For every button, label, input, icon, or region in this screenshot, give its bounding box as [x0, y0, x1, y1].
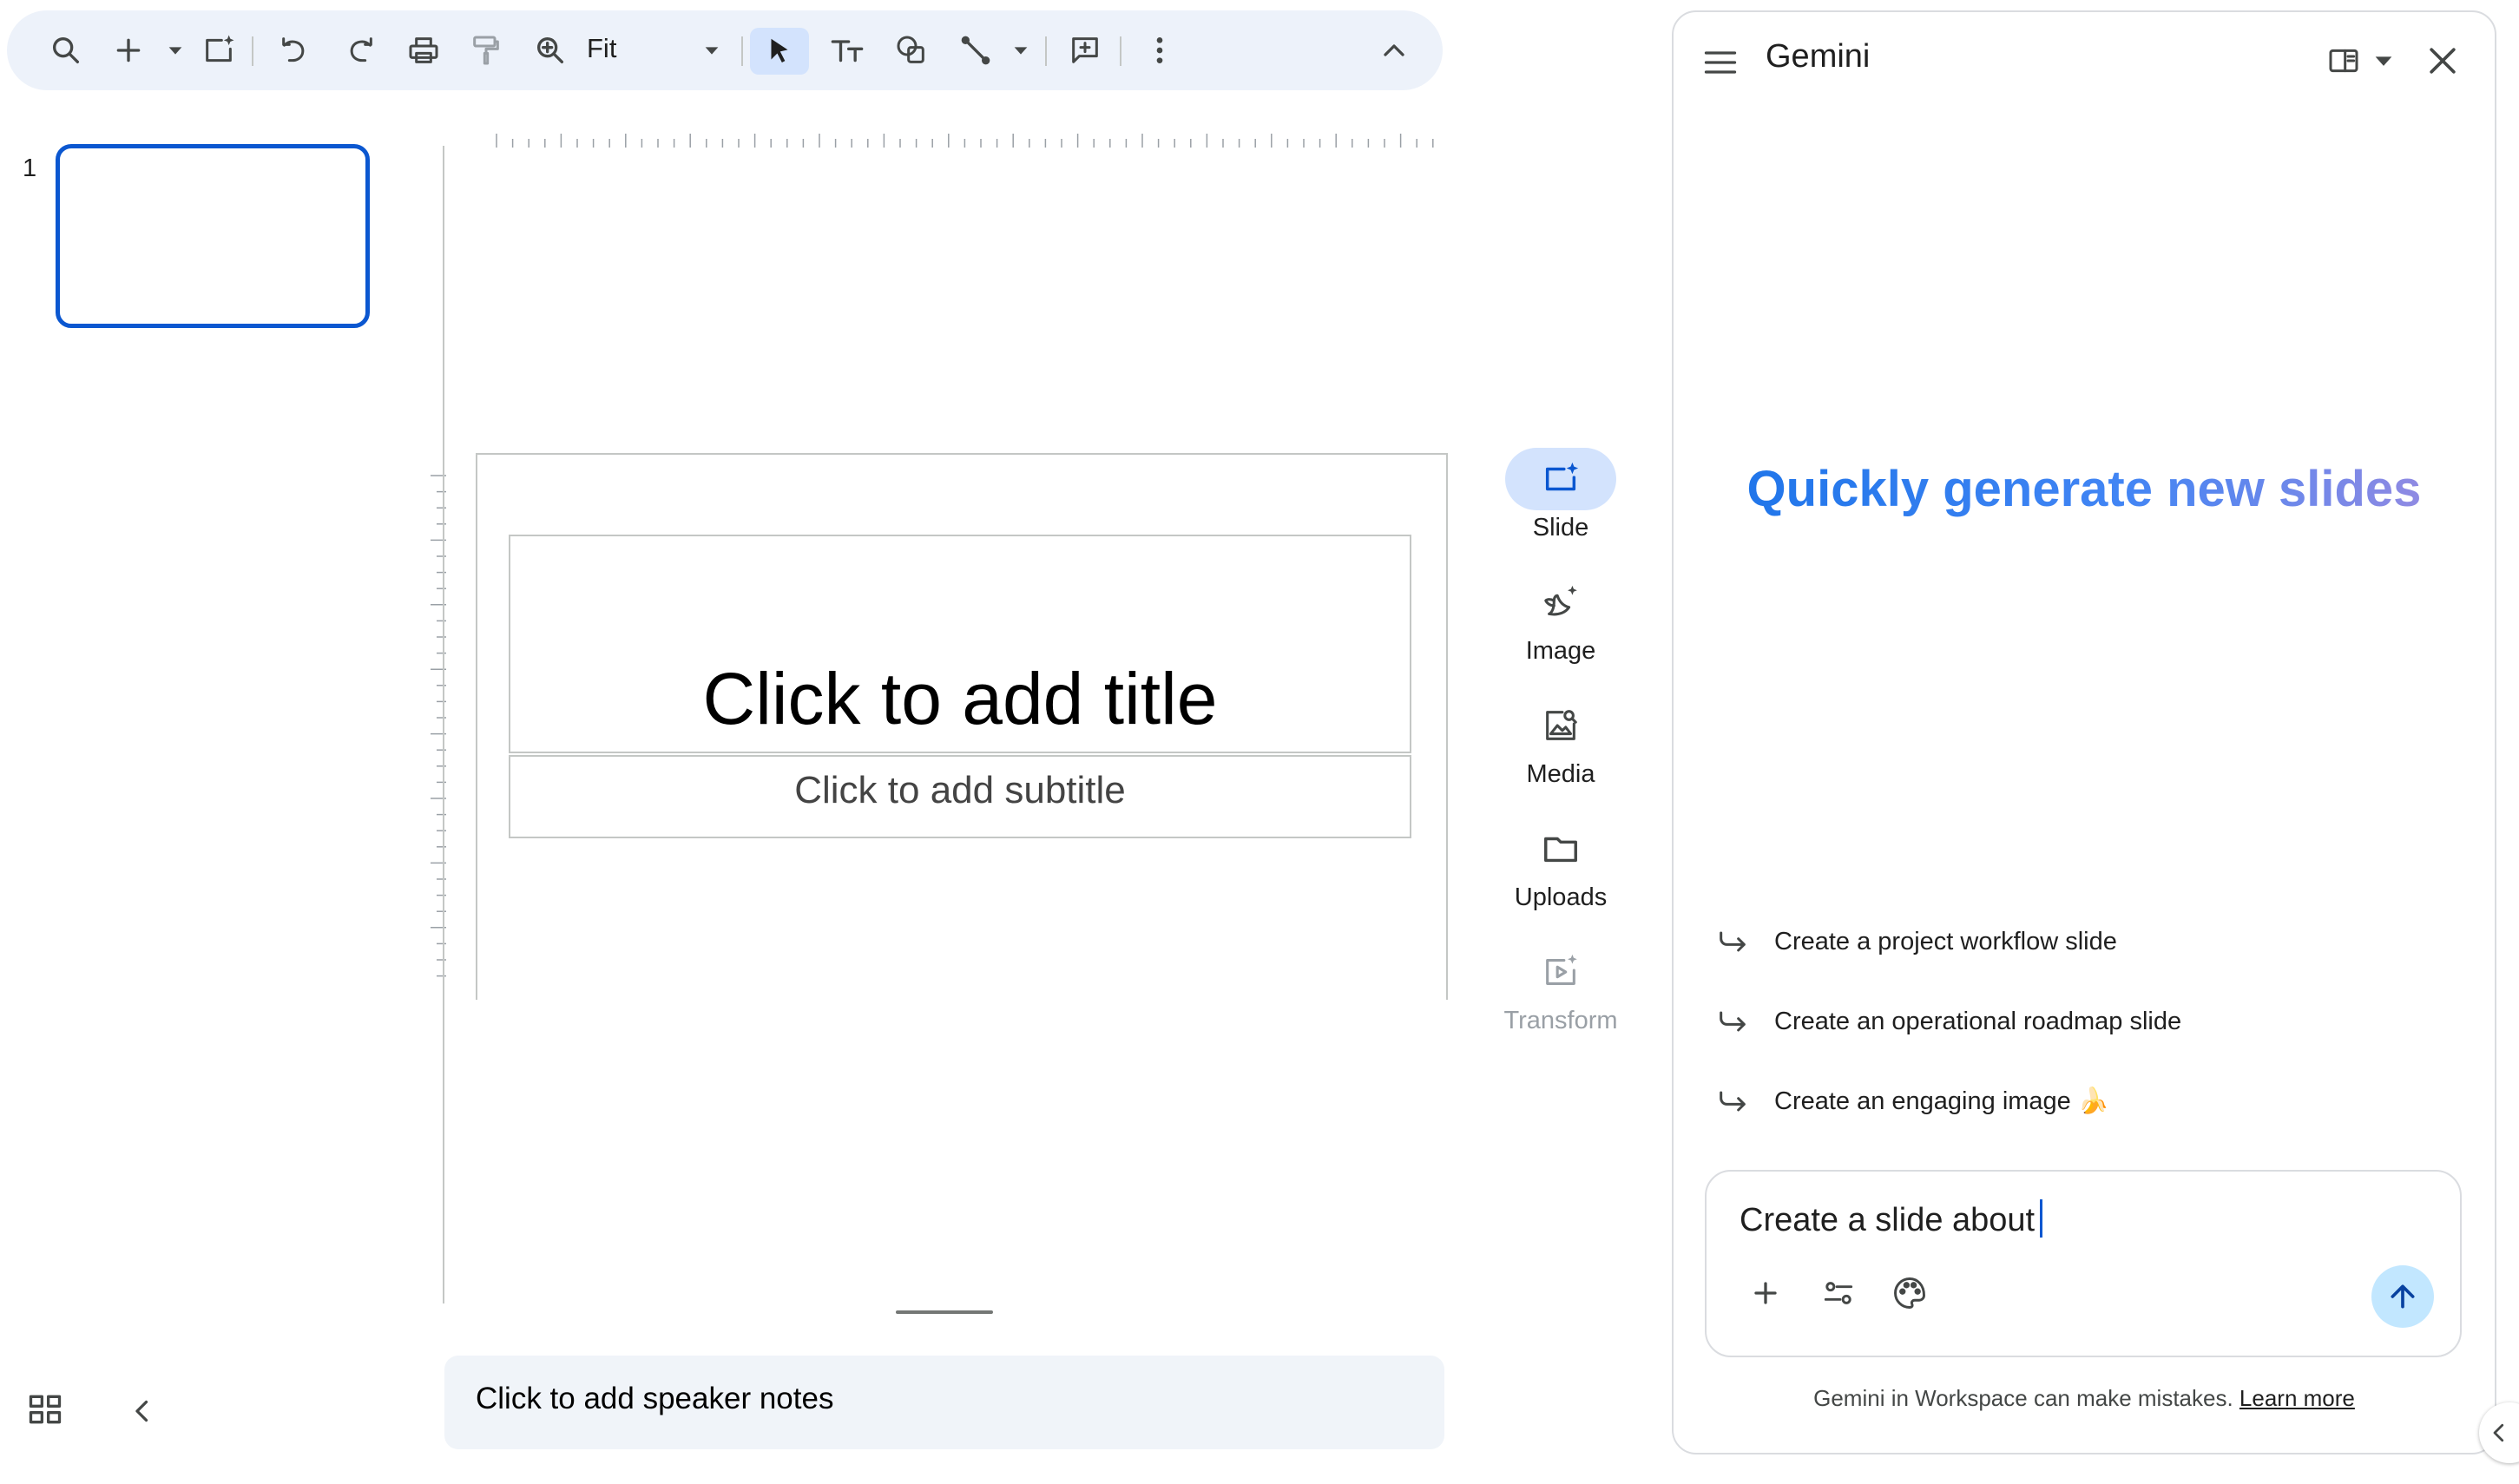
banana-sparkle-icon	[1505, 571, 1616, 634]
speaker-notes-placeholder: Click to add speaker notes	[476, 1382, 834, 1415]
slide-sparkle-icon	[1505, 448, 1616, 510]
panel-layout-dropdown-icon[interactable]	[2371, 49, 2396, 73]
rail-media-label: Media	[1526, 760, 1595, 788]
rail-transform-button[interactable]: Transform	[1502, 941, 1620, 1035]
send-button[interactable]	[2371, 1265, 2434, 1328]
paint-format-icon[interactable]	[467, 31, 505, 69]
horizontal-ruler	[496, 134, 1434, 148]
speaker-notes[interactable]: Click to add speaker notes	[444, 1356, 1444, 1449]
tune-settings-icon[interactable]	[1819, 1274, 1858, 1312]
prompt-input-card[interactable]: Create a slide about	[1705, 1170, 2462, 1357]
subtitle-placeholder-text: Click to add subtitle	[794, 769, 1126, 811]
grid-view-icon[interactable]	[26, 1390, 64, 1428]
gemini-disclaimer: Gemini in Workspace can make mistakes. L…	[1672, 1385, 2496, 1412]
suggestion-text: Create an operational roadmap slide	[1774, 1007, 2182, 1035]
reply-arrow-icon	[1720, 931, 1746, 952]
arrow-up-icon	[2391, 1284, 2415, 1309]
zoom-value[interactable]: Fit	[587, 33, 616, 64]
reply-arrow-icon	[1720, 1011, 1746, 1032]
suggestion-chip[interactable]: Create an operational roadmap slide	[1715, 1000, 2181, 1043]
text-box-icon[interactable]	[828, 31, 866, 69]
rail-media-button[interactable]: Media	[1502, 694, 1620, 789]
prompt-input[interactable]: Create a slide about	[1740, 1199, 2043, 1239]
collapse-toolbar-icon[interactable]	[1375, 31, 1413, 69]
cursor-arrow-icon	[771, 38, 788, 62]
prompt-input-value: Create a slide about	[1740, 1202, 2036, 1238]
zoom-dropdown-icon[interactable]	[693, 31, 731, 69]
main-toolbar: Fit	[7, 10, 1443, 90]
add-comment-icon[interactable]	[1066, 31, 1104, 69]
folder-icon	[1505, 818, 1616, 880]
rail-image-button[interactable]: Image	[1502, 571, 1620, 666]
rail-uploads-label: Uploads	[1514, 883, 1608, 911]
palette-icon[interactable]	[1891, 1274, 1929, 1312]
disclaimer-text: Gemini in Workspace can make mistakes.	[1813, 1385, 2233, 1411]
new-slide-dropdown-icon[interactable]	[156, 31, 194, 69]
learn-more-link[interactable]: Learn more	[2239, 1385, 2355, 1411]
rail-slide-button[interactable]: Slide	[1502, 448, 1620, 542]
toolbar-divider	[252, 36, 253, 66]
rail-image-label: Image	[1525, 637, 1596, 665]
toolbar-divider	[741, 36, 743, 66]
shape-icon[interactable]	[892, 31, 931, 69]
notes-resize-handle[interactable]	[896, 1310, 993, 1314]
new-slide-gemini-icon[interactable]	[200, 31, 238, 69]
reply-arrow-icon	[1720, 1091, 1746, 1112]
search-menus-icon[interactable]	[47, 31, 85, 69]
suggestion-chip[interactable]: Create a project workflow slide	[1715, 920, 2117, 963]
more-options-icon[interactable]	[1141, 31, 1179, 69]
redo-icon[interactable]	[340, 31, 378, 69]
rail-transform-label: Transform	[1503, 1007, 1618, 1034]
panel-layout-icon[interactable]	[2326, 43, 2364, 82]
rail-uploads-button[interactable]: Uploads	[1502, 818, 1620, 912]
toolbar-divider	[1045, 36, 1047, 66]
zoom-icon[interactable]	[531, 31, 569, 69]
transform-icon	[1505, 941, 1616, 1003]
suggestion-text: Create an engaging image 🍌	[1774, 1087, 2109, 1115]
gemini-hero-heading: Quickly generate new slides	[1672, 460, 2496, 518]
title-placeholder[interactable]: Click to add title	[509, 535, 1411, 753]
close-icon[interactable]	[2424, 42, 2462, 80]
hamburger-menu-icon[interactable]	[1701, 43, 1740, 82]
slide-thumbnail[interactable]	[56, 144, 370, 328]
collapse-filmstrip-icon[interactable]	[127, 1392, 158, 1430]
new-slide-plus-icon[interactable]	[109, 31, 148, 69]
slide-number: 1	[23, 154, 37, 182]
gemini-title: Gemini	[1766, 38, 1871, 75]
suggestion-text: Create a project workflow slide	[1774, 927, 2117, 955]
suggestion-chip[interactable]: Create an engaging image 🍌	[1715, 1080, 2109, 1123]
line-tool-icon[interactable]	[957, 31, 995, 69]
add-attachment-icon[interactable]	[1746, 1274, 1785, 1312]
select-tool-button[interactable]	[750, 28, 809, 75]
line-dropdown-icon[interactable]	[1002, 31, 1040, 69]
print-icon[interactable]	[404, 31, 443, 69]
text-caret	[2040, 1199, 2043, 1238]
canvas-edge	[443, 146, 444, 1303]
undo-icon[interactable]	[276, 31, 314, 69]
media-icon	[1505, 694, 1616, 757]
title-placeholder-text: Click to add title	[702, 658, 1218, 739]
chevron-left-icon	[2493, 1423, 2504, 1442]
rail-slide-label: Slide	[1532, 514, 1589, 542]
toolbar-divider	[1120, 36, 1121, 66]
subtitle-placeholder[interactable]: Click to add subtitle	[509, 755, 1411, 838]
